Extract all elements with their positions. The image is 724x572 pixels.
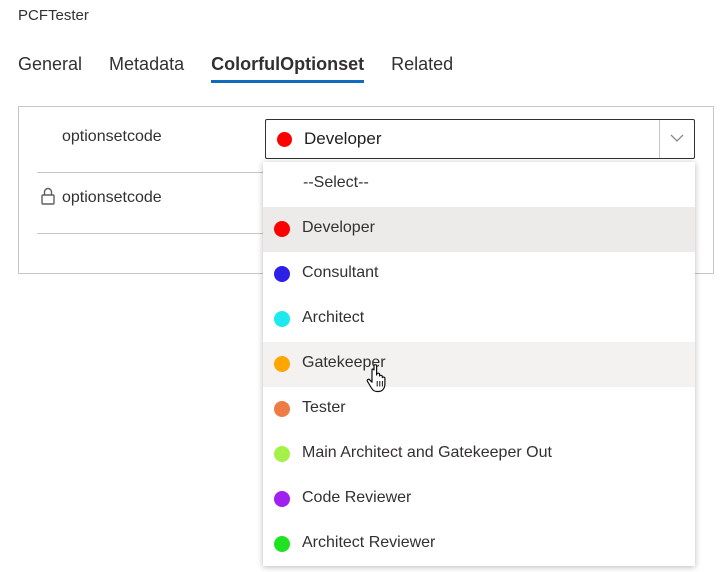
color-dot-icon (274, 491, 290, 507)
dropdown-option-consultant[interactable]: Consultant (263, 252, 695, 297)
option-label: Gatekeeper (302, 354, 386, 371)
app-title: PCFTester (18, 7, 89, 24)
row-divider (37, 172, 277, 173)
color-dot-icon (277, 132, 292, 147)
tab-bar: General Metadata ColorfulOptionset Relat… (18, 54, 480, 83)
color-dot-icon (274, 266, 290, 282)
dropdown-option-code-reviewer[interactable]: Code Reviewer (263, 477, 695, 522)
option-label: Architect Reviewer (302, 534, 436, 551)
color-dot-icon (274, 311, 290, 327)
option-label: Tester (302, 399, 346, 416)
dropdown-option-main-architect-gatekeeper-out[interactable]: Main Architect and Gatekeeper Out (263, 432, 695, 477)
dropdown-option-architect[interactable]: Architect (263, 297, 695, 342)
option-label: Architect (302, 309, 365, 326)
dropdown-option-developer[interactable]: Developer (263, 207, 695, 252)
tab-general[interactable]: General (18, 54, 82, 81)
dropdown-option-gatekeeper[interactable]: Gatekeeper (263, 342, 695, 387)
dropdown-option-architect-reviewer[interactable]: Architect Reviewer (263, 522, 695, 567)
field-label-optionsetcode-locked: optionsetcode (62, 189, 162, 206)
color-dot-icon (274, 221, 290, 237)
tab-colorfuloptionset[interactable]: ColorfulOptionset (211, 54, 364, 83)
color-dot-icon (274, 401, 290, 417)
lock-icon (41, 187, 55, 205)
dropdown-option-tester[interactable]: Tester (263, 387, 695, 432)
color-dot-icon (274, 356, 290, 372)
option-label: Developer (302, 219, 375, 236)
optionset-select[interactable]: Developer (265, 119, 695, 159)
option-label: Consultant (302, 264, 379, 281)
tab-metadata[interactable]: Metadata (109, 54, 184, 81)
option-label: --Select-- (303, 174, 369, 191)
row-divider (37, 233, 277, 234)
option-label: Main Architect and Gatekeeper Out (302, 444, 552, 461)
option-label: Code Reviewer (302, 489, 412, 506)
color-dot-icon (274, 536, 290, 552)
chevron-down-icon (670, 134, 684, 142)
tab-related[interactable]: Related (391, 54, 453, 81)
dropdown-option-placeholder[interactable]: --Select-- (263, 162, 695, 207)
select-value: Developer (304, 129, 382, 148)
color-dot-icon (274, 446, 290, 462)
dropdown-list: --Select-- Developer Consultant Architec… (263, 162, 695, 566)
field-label-optionsetcode: optionsetcode (62, 128, 162, 145)
dropdown-toggle[interactable] (659, 120, 694, 158)
